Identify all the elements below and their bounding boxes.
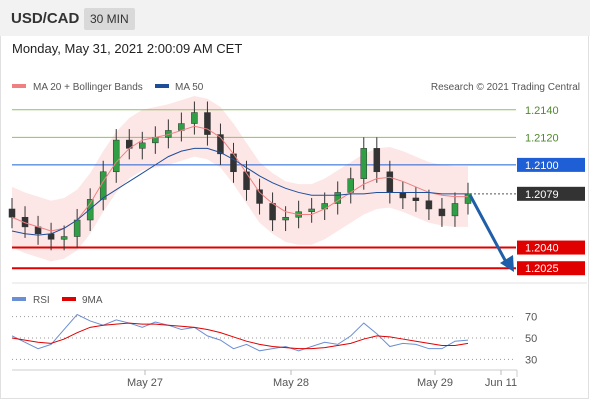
ma20-legend-swatch (12, 84, 26, 88)
candle-body (243, 171, 250, 190)
ma9-legend-swatch (62, 297, 76, 301)
candle-body (386, 171, 394, 193)
candle-body (269, 203, 276, 221)
candle-body (425, 200, 433, 210)
chart-svg: MA 20 + Bollinger Bands MA 50 Research ©… (8, 82, 587, 389)
ma50-legend-label: MA 50 (175, 82, 204, 93)
credit-text: Research © 2021 Trading Central (431, 82, 580, 93)
candle-body (73, 219, 81, 237)
rsi-line (11, 313, 469, 352)
rsi-ma9-line (11, 322, 469, 350)
candle-body (60, 236, 68, 240)
resistance-2-label: 1.2140 (525, 105, 559, 117)
candle-body (451, 203, 459, 217)
current-price-label: 1.2079 (525, 189, 559, 201)
rsi-legend-swatch (12, 297, 26, 301)
ma9-legend-label: 9MA (82, 295, 103, 306)
rsi-legend-label: RSI (33, 295, 50, 306)
candle-body (282, 216, 289, 221)
candle-body (438, 208, 446, 217)
candle-body (360, 148, 368, 179)
candle-body (412, 197, 420, 201)
candle-body (8, 208, 16, 218)
x-axis-ticks: May 27 May 28 May 29 Jun 11 (127, 370, 517, 389)
candle-body (204, 112, 211, 135)
support-2-label: 1.2025 (525, 263, 559, 275)
candle-body (139, 142, 146, 149)
rsi-tick-30: 30 (525, 354, 537, 366)
candle-body (308, 208, 315, 212)
x-tick-label: May 27 (127, 377, 163, 389)
candle-body (47, 233, 55, 240)
x-tick-label: Jun 11 (485, 377, 517, 389)
resistance-1-label: 1.2120 (525, 132, 559, 144)
support-1-label: 1.2040 (525, 243, 559, 255)
ma50-legend-swatch (155, 84, 169, 88)
candle-body (86, 199, 94, 221)
candle-body (347, 178, 354, 193)
price-pane: 1.2140 1.2120 1.2100 1.2079 1.2040 1.2025 (8, 96, 585, 276)
rsi-tick-70: 70 (525, 312, 537, 324)
candle-body (191, 112, 198, 124)
ma20-legend-label: MA 20 + Bollinger Bands (33, 82, 143, 93)
candle-body (112, 139, 120, 173)
x-tick-label: May 29 (417, 377, 453, 389)
x-tick-label: May 28 (273, 377, 309, 389)
rsi-tick-50: 50 (525, 333, 537, 345)
pivot-level-label: 1.2100 (525, 160, 559, 172)
candle-body (399, 192, 407, 199)
candle-body (373, 148, 381, 173)
rsi-pane: 70 50 30 (11, 312, 537, 366)
forecast-arrow-shaft (468, 194, 508, 263)
bollinger-band (12, 96, 468, 262)
